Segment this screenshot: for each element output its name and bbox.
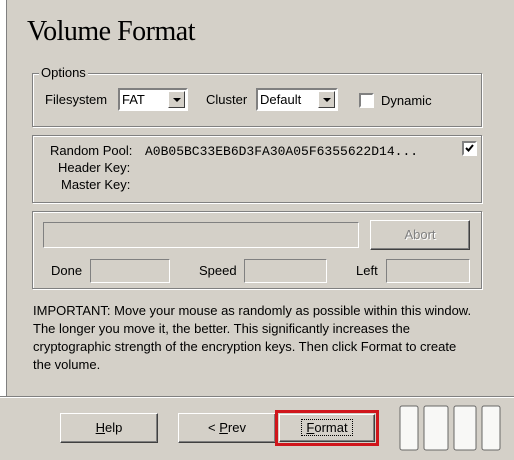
prev-underline: P [219,420,228,435]
filesystem-value: FAT [122,92,145,107]
dynamic-checkbox[interactable] [359,93,374,108]
prev-rest: rev [227,420,246,435]
help-underline: H [95,420,106,435]
help-rest: elp [105,420,123,435]
show-pool-checkbox[interactable] [462,141,477,156]
prev-prefix: < [208,420,220,435]
progress-bar [43,222,359,248]
speed-label: Speed [199,263,237,278]
done-field [90,259,170,283]
filesystem-select[interactable]: FAT [118,88,188,111]
filesystem-label: Filesystem [45,92,108,107]
cluster-label: Cluster [206,92,248,107]
prev-button[interactable]: < Prev [178,413,276,443]
abort-button[interactable]: Abort [370,220,470,250]
cluster-value: Default [260,92,302,107]
format-button[interactable]: Format [275,410,379,446]
done-label: Done [51,263,83,278]
options-legend: Options [39,65,88,80]
chevron-down-icon[interactable] [318,91,335,108]
info-text: IMPORTANT: Move your mouse as randomly a… [33,303,472,372]
random-pool-label: Random Pool: [50,143,133,158]
help-button[interactable]: Help [60,413,158,443]
random-pool-value: A0B05BC33EB6D3FA30A05F6355622D14... [145,144,419,159]
master-key-label: Master Key: [61,177,131,192]
left-label: Left [356,263,378,278]
chevron-down-icon[interactable] [168,91,185,108]
format-focus: Format [301,419,353,436]
watermark-logo-icon [399,405,501,451]
dynamic-label: Dynamic [381,93,432,108]
wizard-left-border-inner [6,0,13,396]
left-field [386,259,470,283]
page-title: Volume Format [27,16,195,47]
header-key-label: Header Key: [58,160,131,175]
format-rest: ormat [314,420,348,435]
checkmark-icon [465,144,474,152]
speed-field [244,259,327,283]
cluster-select[interactable]: Default [256,88,338,111]
